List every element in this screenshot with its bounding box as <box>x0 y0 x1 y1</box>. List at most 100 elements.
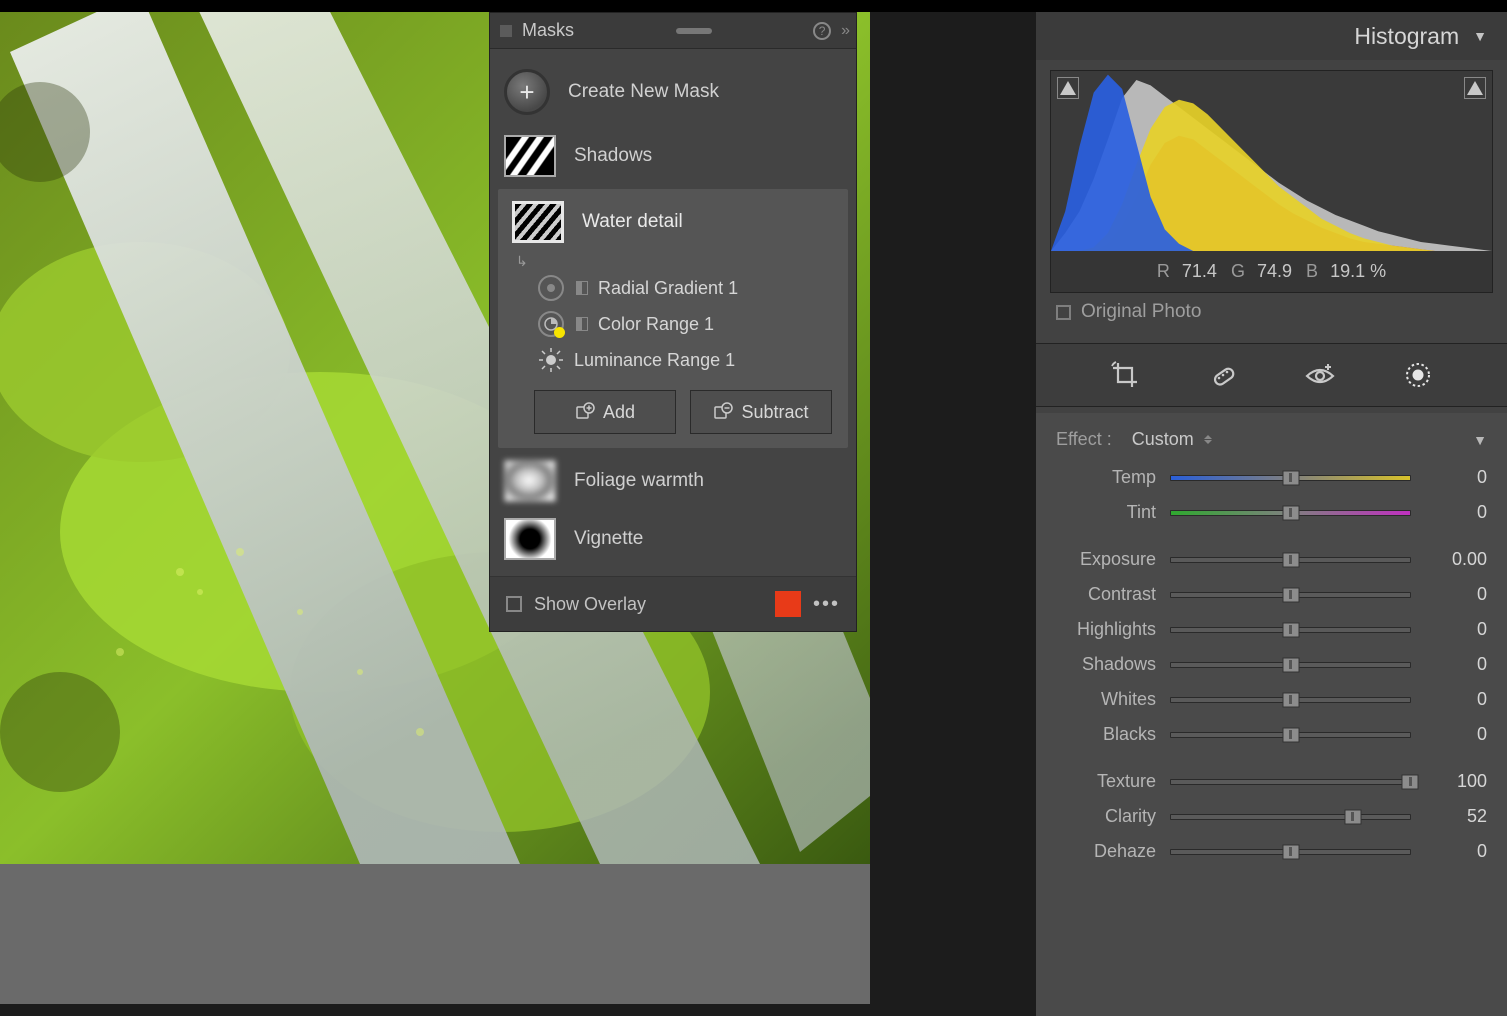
slider-value: 0.00 <box>1425 549 1487 570</box>
slider-value: 0 <box>1425 467 1487 488</box>
mask-label: Shadows <box>574 145 652 167</box>
slider-value: 0 <box>1425 724 1487 745</box>
app-topbar <box>0 0 1507 12</box>
mask-thumb <box>504 518 556 560</box>
overlay-color-swatch[interactable] <box>775 591 801 617</box>
slider-track[interactable] <box>1170 592 1411 598</box>
subtract-button-label: Subtract <box>741 402 808 423</box>
help-icon[interactable]: ? <box>813 22 831 40</box>
radial-gradient-icon <box>538 275 564 301</box>
slider-label: Contrast <box>1056 584 1156 605</box>
subtract-mask-component-button[interactable]: Subtract <box>690 390 832 434</box>
tool-strip <box>1036 343 1507 407</box>
slider-track[interactable] <box>1170 510 1411 516</box>
crop-tool-icon[interactable] <box>1109 359 1141 391</box>
readout-b: 19.1 % <box>1330 261 1386 281</box>
slider-value: 0 <box>1425 654 1487 675</box>
component-radial-gradient[interactable]: Radial Gradient 1 <box>512 270 834 306</box>
slider-label: Whites <box>1056 689 1156 710</box>
masks-panel-header[interactable]: Masks ? » <box>490 13 856 49</box>
create-new-mask-button[interactable]: + Create New Mask <box>490 57 856 127</box>
collapse-icon[interactable]: » <box>841 22 846 40</box>
add-icon <box>575 402 595 422</box>
slider-blacks[interactable]: Blacks 0 <box>1056 717 1487 752</box>
readout-g: 74.9 <box>1257 261 1292 281</box>
component-tree-arrow-icon: ↳ <box>516 253 834 270</box>
effect-preset-dropdown[interactable]: Custom <box>1132 429 1214 450</box>
slider-tint[interactable]: Tint 0 <box>1056 495 1487 530</box>
dock-icon[interactable] <box>500 25 512 37</box>
slider-track[interactable] <box>1170 475 1411 481</box>
shadow-clipping-toggle[interactable] <box>1057 77 1079 99</box>
slider-label: Highlights <box>1056 619 1156 640</box>
highlight-clipping-toggle[interactable] <box>1464 77 1486 99</box>
masking-tool-icon[interactable] <box>1402 359 1434 391</box>
panel-drag-grip[interactable] <box>676 28 712 34</box>
masks-panel: Masks ? » + Create New Mask Shadows Wate… <box>489 12 857 632</box>
show-overlay-label: Show Overlay <box>534 594 646 615</box>
slider-value: 100 <box>1425 771 1487 792</box>
slider-track[interactable] <box>1170 662 1411 668</box>
slider-label: Clarity <box>1056 806 1156 827</box>
slider-track[interactable] <box>1170 849 1411 855</box>
component-label: Color Range 1 <box>598 314 714 335</box>
slider-label: Texture <box>1056 771 1156 792</box>
redeye-tool-icon[interactable] <box>1304 359 1336 391</box>
component-mode-icon <box>576 317 588 331</box>
slider-label: Shadows <box>1056 654 1156 675</box>
slider-shadows[interactable]: Shadows 0 <box>1056 647 1487 682</box>
color-range-icon <box>538 311 564 337</box>
histogram-box: R 71.4 G 74.9 B 19.1 % <box>1050 70 1493 293</box>
slider-track[interactable] <box>1170 557 1411 563</box>
add-button-label: Add <box>603 402 635 423</box>
slider-value: 0 <box>1425 689 1487 710</box>
histogram-plot[interactable] <box>1051 71 1492 251</box>
slider-value: 0 <box>1425 841 1487 862</box>
mask-thumb <box>512 201 564 243</box>
mask-thumb <box>504 460 556 502</box>
histogram-header[interactable]: Histogram ▼ <box>1036 12 1507 60</box>
slider-value: 0 <box>1425 619 1487 640</box>
mask-item-water-detail[interactable]: Water detail ↳ Radial Gradient 1 <box>498 189 848 448</box>
healing-tool-icon[interactable] <box>1207 359 1239 391</box>
masks-panel-title: Masks <box>522 20 574 41</box>
slider-track[interactable] <box>1170 779 1411 785</box>
component-mode-icon <box>576 281 588 295</box>
slider-track[interactable] <box>1170 697 1411 703</box>
slider-highlights[interactable]: Highlights 0 <box>1056 612 1487 647</box>
plus-icon: + <box>504 69 550 115</box>
original-photo-checkbox[interactable] <box>1056 305 1071 320</box>
slider-value: 0 <box>1425 502 1487 523</box>
effect-panel: Effect : Custom ▼ Temp 0 Tint 0 Exposure… <box>1036 413 1507 1016</box>
slider-clarity[interactable]: Clarity 52 <box>1056 799 1487 834</box>
luminance-range-icon <box>538 347 564 373</box>
mask-item-foliage[interactable]: Foliage warmth <box>490 452 856 510</box>
slider-label: Dehaze <box>1056 841 1156 862</box>
original-photo-toggle[interactable]: Original Photo <box>1036 297 1507 337</box>
slider-track[interactable] <box>1170 732 1411 738</box>
mask-label: Vignette <box>574 528 643 550</box>
slider-whites[interactable]: Whites 0 <box>1056 682 1487 717</box>
mask-label: Water detail <box>582 211 683 233</box>
add-mask-component-button[interactable]: Add <box>534 390 676 434</box>
more-options-icon[interactable]: ••• <box>813 593 840 616</box>
slider-contrast[interactable]: Contrast 0 <box>1056 577 1487 612</box>
slider-exposure[interactable]: Exposure 0.00 <box>1056 542 1487 577</box>
slider-track[interactable] <box>1170 627 1411 633</box>
disclosure-triangle-icon[interactable]: ▼ <box>1473 28 1487 44</box>
slider-texture[interactable]: Texture 100 <box>1056 764 1487 799</box>
show-overlay-checkbox[interactable] <box>506 596 522 612</box>
slider-track[interactable] <box>1170 814 1411 820</box>
mask-item-vignette[interactable]: Vignette <box>490 510 856 568</box>
component-luminance-range[interactable]: Luminance Range 1 <box>512 342 834 378</box>
slider-dehaze[interactable]: Dehaze 0 <box>1056 834 1487 869</box>
component-label: Luminance Range 1 <box>574 350 735 371</box>
mask-thumb <box>504 135 556 177</box>
slider-temp[interactable]: Temp 0 <box>1056 460 1487 495</box>
histogram-readout: R 71.4 G 74.9 B 19.1 % <box>1051 251 1492 292</box>
disclosure-triangle-icon[interactable]: ▼ <box>1473 432 1487 448</box>
component-color-range[interactable]: Color Range 1 <box>512 306 834 342</box>
slider-label: Blacks <box>1056 724 1156 745</box>
slider-label: Tint <box>1056 502 1156 523</box>
mask-item-shadows[interactable]: Shadows <box>490 127 856 185</box>
